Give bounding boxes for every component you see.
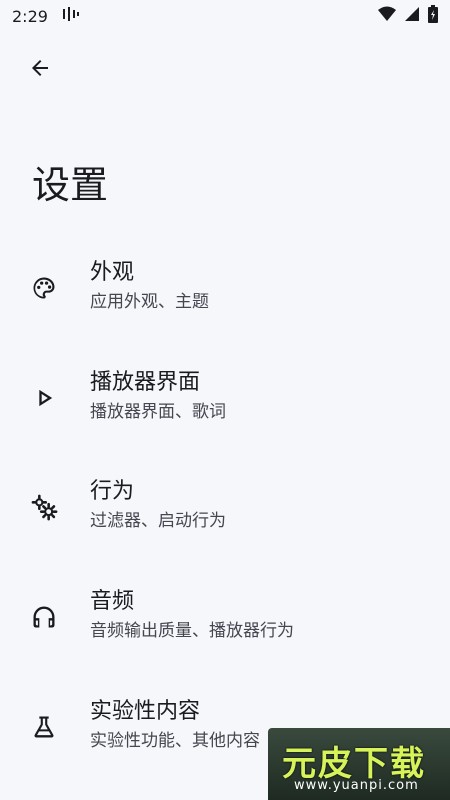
- settings-item-subtitle: 音频输出质量、播放器行为: [90, 621, 294, 641]
- media-indicator-icon: [62, 6, 80, 26]
- settings-item-title: 播放器界面: [90, 370, 201, 395]
- settings-item-title: 音频: [90, 589, 135, 614]
- arrow-back-icon: [28, 56, 52, 84]
- status-bar: 2:29: [0, 0, 450, 32]
- wifi-icon: [378, 6, 396, 26]
- status-time: 2:29: [12, 6, 48, 26]
- cell-signal-icon: [404, 6, 420, 26]
- settings-item-subtitle: 应用外观、主题: [90, 292, 209, 312]
- palette-icon: [30, 274, 58, 302]
- settings-item-appearance[interactable]: 外观 应用外观、主题: [0, 246, 450, 330]
- settings-item-title: 实验性内容: [90, 699, 201, 724]
- back-button[interactable]: [20, 52, 60, 88]
- watermark-logo: 元皮下载 www.yuanpi.com: [268, 728, 450, 800]
- settings-item-title: 外观: [90, 260, 135, 285]
- settings-item-subtitle: 播放器界面、歌词: [90, 402, 226, 422]
- settings-item-player-ui[interactable]: 播放器界面 播放器界面、歌词: [0, 356, 450, 440]
- page-title: 设置: [32, 163, 109, 207]
- settings-item-subtitle: 实验性功能、其他内容: [90, 731, 260, 751]
- settings-item-behavior[interactable]: 行为 过滤器、启动行为: [0, 465, 450, 549]
- watermark-url: www.yuanpi.com: [294, 778, 419, 793]
- gears-icon: [30, 493, 58, 521]
- settings-item-title: 行为: [90, 479, 135, 504]
- settings-item-subtitle: 过滤器、启动行为: [90, 511, 226, 531]
- battery-icon: [428, 5, 438, 27]
- settings-item-audio[interactable]: 音频 音频输出质量、播放器行为: [0, 575, 450, 659]
- flask-icon: [30, 713, 58, 741]
- headphones-icon: [30, 603, 58, 631]
- play-arrow-icon: [30, 384, 58, 412]
